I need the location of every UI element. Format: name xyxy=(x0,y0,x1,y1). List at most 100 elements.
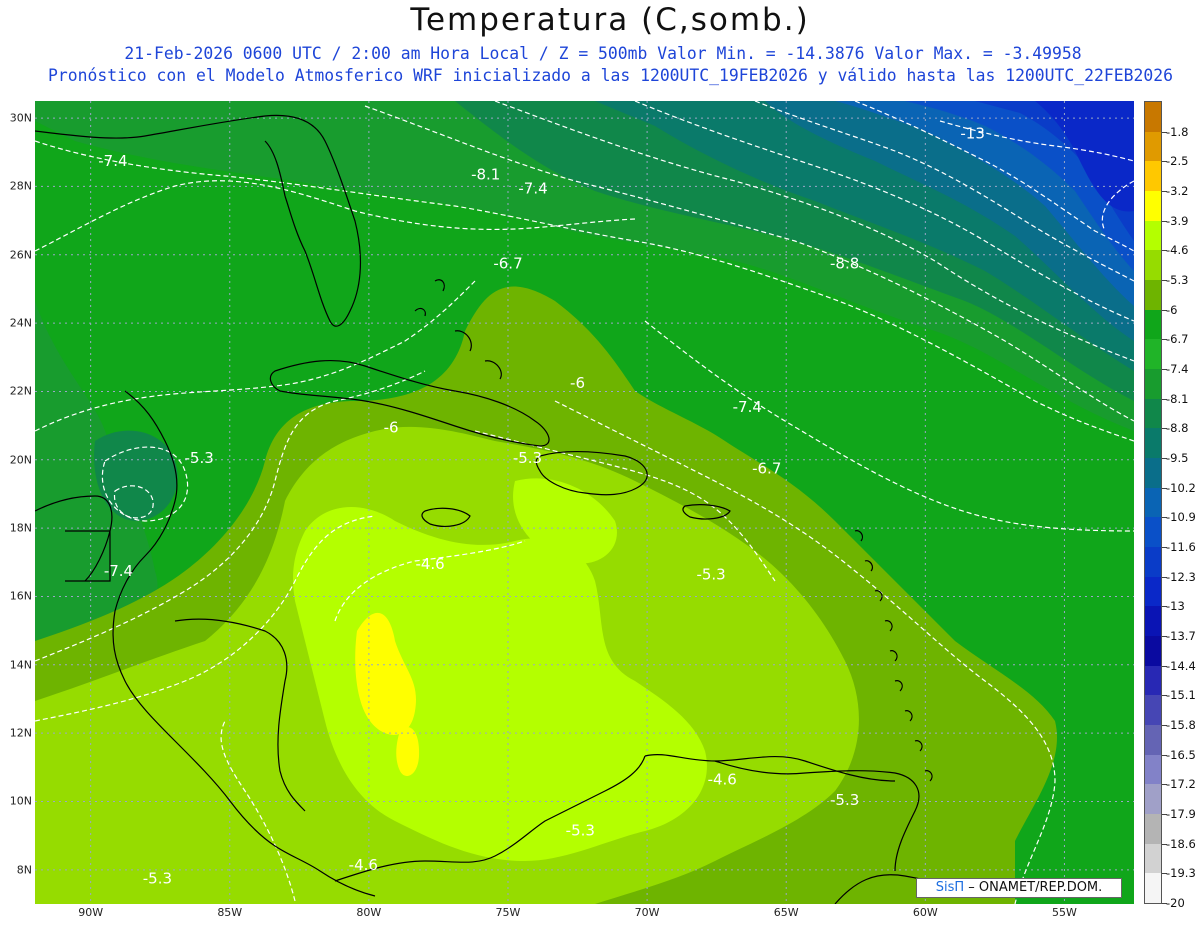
color-scale-label: -13.7 xyxy=(1166,629,1196,643)
color-scale-label: -17.2 xyxy=(1166,777,1196,792)
color-scale-label: -9.5 xyxy=(1166,451,1189,465)
color-scale-swatch xyxy=(1145,547,1161,578)
contour-value-label: -6 xyxy=(384,418,399,436)
longitude-label: 55W xyxy=(1052,906,1077,919)
latitude-label: 18N xyxy=(9,521,32,535)
contour-value-label: -5.3 xyxy=(830,791,859,809)
color-scale-label: -19.3 xyxy=(1166,866,1196,881)
color-scale-label: -12.3 xyxy=(1166,569,1196,584)
color-scale-label: -18.6 xyxy=(1166,836,1196,851)
contour-value-label: -7.4 xyxy=(518,179,547,197)
color-scale-swatch xyxy=(1145,695,1161,726)
map-title: Temperatura (C,somb.) xyxy=(410,2,810,38)
subtitle-run-info: 21-Feb-2026 0600 UTC / 2:00 am Hora Loca… xyxy=(124,44,1082,63)
color-scale-bar xyxy=(1144,101,1162,904)
color-scale-swatch xyxy=(1145,843,1161,874)
color-scale-label: -4.6 xyxy=(1166,243,1189,258)
contour-value-label: -6 xyxy=(570,374,585,392)
color-scale-label: -1.8 xyxy=(1166,124,1189,139)
contour-value-label: -6.7 xyxy=(493,254,522,272)
credit-box: SisΠ – ONAMET/REP.DOM. xyxy=(916,878,1122,898)
color-scale-label: -20 xyxy=(1166,896,1185,910)
longitude-label: 60W xyxy=(912,906,938,919)
color-scale-label: -3.2 xyxy=(1166,184,1189,198)
color-scale-swatch xyxy=(1145,428,1161,459)
color-scale-swatch xyxy=(1145,339,1161,370)
color-scale-swatch xyxy=(1145,398,1161,429)
color-scale-swatch xyxy=(1145,458,1161,489)
color-scale-label: -15.8 xyxy=(1166,718,1196,732)
color-scale-label: -5.3 xyxy=(1166,273,1189,287)
color-scale-swatch xyxy=(1145,814,1161,845)
color-scale-swatch xyxy=(1145,606,1161,637)
color-scale-label: -8.1 xyxy=(1166,391,1189,406)
color-scale-label: -15.1 xyxy=(1166,688,1196,703)
color-scale-swatch xyxy=(1145,487,1161,518)
contour-value-label: -13 xyxy=(960,125,985,143)
color-scale-swatch xyxy=(1145,636,1161,667)
color-scale-label: -3.9 xyxy=(1166,213,1189,228)
longitude-label: 70W xyxy=(634,906,660,919)
contour-value-label: -5.3 xyxy=(696,565,725,583)
credit-brand: SisΠ xyxy=(935,880,965,895)
color-scale-label: -8.8 xyxy=(1166,421,1189,436)
latitude-label: 14N xyxy=(9,658,32,672)
contour-value-label: -6.7 xyxy=(752,459,781,477)
color-scale-swatch xyxy=(1145,369,1161,400)
latitude-label: 22N xyxy=(9,384,32,398)
contour-value-label: -8.8 xyxy=(830,254,859,272)
latitude-label: 30N xyxy=(9,111,32,125)
contour-value-label: -8.1 xyxy=(471,166,500,184)
contour-value-label: -4.6 xyxy=(708,770,737,788)
color-scale-swatch xyxy=(1145,102,1161,133)
latitude-label: 20N xyxy=(9,453,32,467)
color-scale-label: -11.6 xyxy=(1166,540,1196,554)
contour-value-label: -7.4 xyxy=(733,398,762,416)
color-scale-label: -7.4 xyxy=(1166,362,1189,376)
color-scale-swatch xyxy=(1145,665,1161,696)
latitude-label: 28N xyxy=(9,179,32,193)
contour-value-label: -7.4 xyxy=(104,562,133,580)
color-scale-swatch xyxy=(1145,754,1161,785)
color-scale-label: -2.5 xyxy=(1166,154,1189,169)
contour-value-label: -7.4 xyxy=(98,152,127,170)
color-scale-swatch xyxy=(1145,784,1161,815)
color-scale-label: -16.5 xyxy=(1166,747,1196,762)
color-scale-label: -10.9 xyxy=(1166,510,1196,525)
longitude-label: 75W xyxy=(495,906,521,919)
color-scale-label: -6.7 xyxy=(1166,332,1189,347)
contour-value-label: -5.3 xyxy=(143,869,172,887)
color-scale-label: -10.2 xyxy=(1166,480,1196,495)
color-scale-label: -13 xyxy=(1166,599,1185,614)
color-scale-swatch xyxy=(1145,517,1161,548)
longitude-label: 85W xyxy=(217,906,243,919)
contour-value-label: -5.3 xyxy=(185,449,214,467)
temperature-map: -7.4 -8.1 -7.4 -13 -6.7 -8.8 -6 -6 -7.4 -5.3 -5.3 -… xyxy=(35,101,1134,904)
longitude-label: 80W xyxy=(356,906,382,919)
map-canvas: -7.4 -8.1 -7.4 -13 -6.7 -8.8 -6 -6 -7.4 -5.3 -5.3 -… xyxy=(35,101,1134,904)
color-scale-swatch xyxy=(1145,191,1161,222)
color-scale-swatch xyxy=(1145,725,1161,756)
color-scale-label: -6 xyxy=(1166,302,1178,317)
color-scale-label: -17.9 xyxy=(1166,807,1196,821)
latitude-label: 24N xyxy=(9,316,32,330)
latitude-label: 12N xyxy=(9,726,32,740)
credit-text: – ONAMET/REP.DOM. xyxy=(968,880,1103,895)
longitude-label: 90W xyxy=(78,906,104,919)
color-scale-swatch xyxy=(1145,131,1161,162)
latitude-label: 8N xyxy=(16,863,32,877)
color-scale-swatch xyxy=(1145,220,1161,251)
color-scale-swatch xyxy=(1145,161,1161,192)
color-scale-label: -14.4 xyxy=(1166,658,1196,673)
contour-value-label: -5.3 xyxy=(513,449,542,467)
color-scale-swatch xyxy=(1145,280,1161,311)
contour-value-label: -4.6 xyxy=(415,555,444,573)
latitude-label: 26N xyxy=(9,248,32,262)
latitude-label: 16N xyxy=(9,589,32,603)
temperature-field xyxy=(35,101,1134,904)
latitude-label: 10N xyxy=(9,794,32,808)
color-scale-swatch xyxy=(1145,873,1161,904)
color-scale-swatch xyxy=(1145,309,1161,340)
subtitle-model-info: Pronóstico con el Modelo Atmosferico WRF… xyxy=(48,66,1173,85)
contour-value-label: -4.6 xyxy=(349,856,378,874)
